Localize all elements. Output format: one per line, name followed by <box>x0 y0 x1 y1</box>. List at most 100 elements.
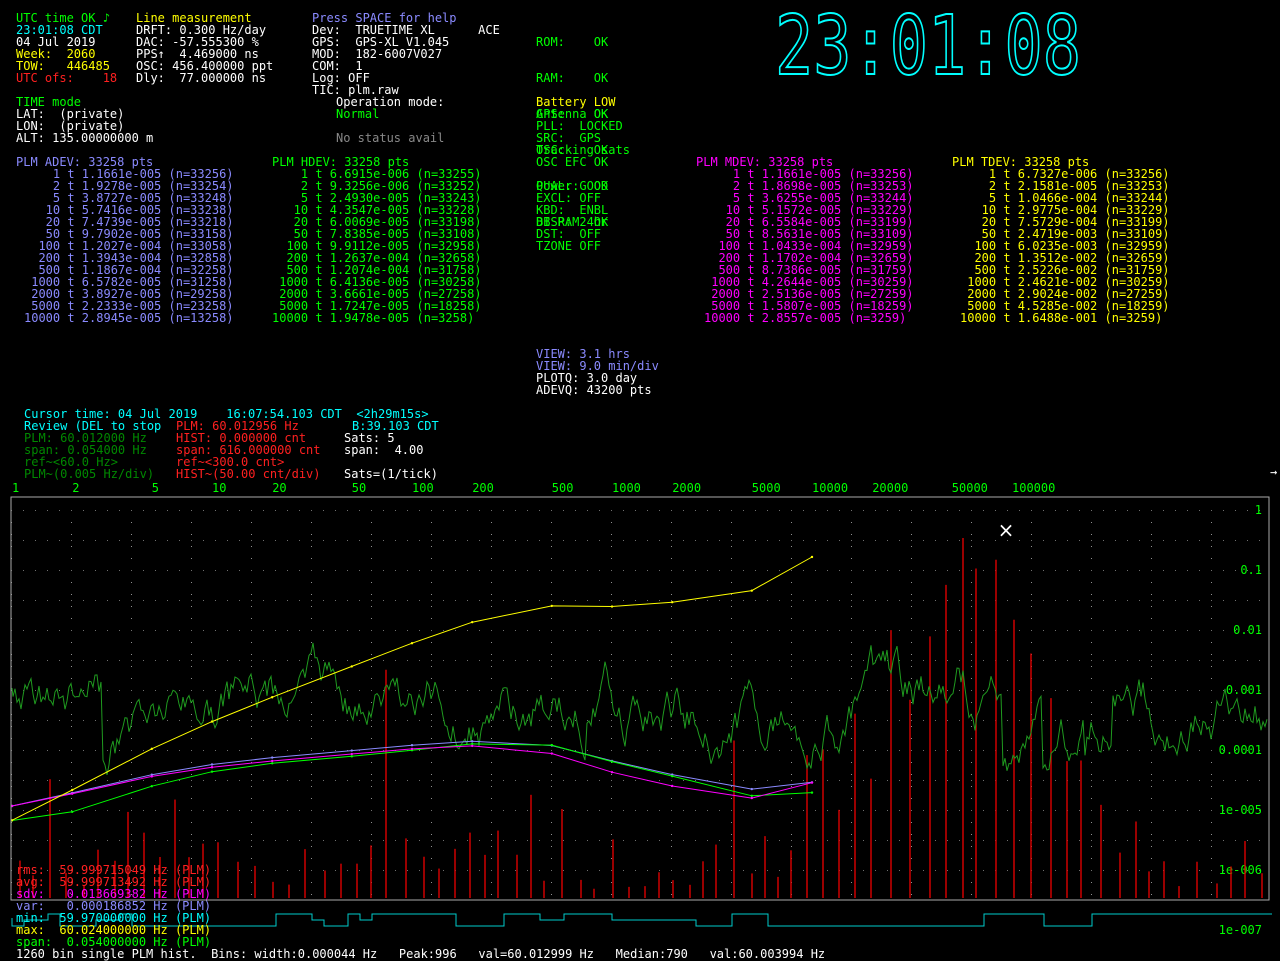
grid-dot <box>419 600 420 601</box>
grid-dot <box>71 660 72 661</box>
grid-dot <box>539 690 540 691</box>
grid-dot <box>815 780 816 781</box>
grid-dot <box>563 840 564 841</box>
grid-dot <box>107 690 108 691</box>
grid-dot <box>287 870 288 871</box>
cursor-marker-icon[interactable]: × <box>998 518 1015 542</box>
hdev-point <box>350 755 353 758</box>
grid-dot <box>251 870 252 871</box>
grid-dot <box>479 630 480 631</box>
grid-dot <box>1091 762 1092 763</box>
grid-dot <box>119 720 120 721</box>
grid-dot <box>1091 570 1092 571</box>
grid-dot <box>323 780 324 781</box>
grid-dot <box>191 600 192 601</box>
grid-dot <box>215 600 216 601</box>
grid-dot <box>1151 786 1152 787</box>
grid-dot <box>551 600 552 601</box>
grid-dot <box>1247 600 1248 601</box>
grid-dot <box>131 822 132 823</box>
grid-dot <box>635 510 636 511</box>
hdev-point <box>71 810 74 814</box>
grid-dot <box>251 666 252 667</box>
grid-dot <box>1079 870 1080 871</box>
grid-dot <box>971 882 972 883</box>
grid-dot <box>1091 738 1092 739</box>
grid-dot <box>395 870 396 871</box>
grid-dot <box>587 600 588 601</box>
grid-dot <box>851 774 852 775</box>
grid-dot <box>1031 510 1032 511</box>
grid-dot <box>479 660 480 661</box>
grid-dot <box>635 780 636 781</box>
grid-dot <box>1079 840 1080 841</box>
grid-dot <box>1067 630 1068 631</box>
grid-dot <box>791 654 792 655</box>
grid-dot <box>311 690 312 691</box>
grid-dot <box>263 510 264 511</box>
grid-dot <box>83 660 84 661</box>
grid-dot <box>167 810 168 811</box>
grid-dot <box>479 840 480 841</box>
grid-dot <box>143 510 144 511</box>
grid-dot <box>35 810 36 811</box>
grid-dot <box>611 714 612 715</box>
grid-dot <box>1151 510 1152 511</box>
grid-dot <box>851 642 852 643</box>
grid-dot <box>1091 618 1092 619</box>
grid-dot <box>935 750 936 751</box>
grid-dot <box>71 594 72 595</box>
grid-dot <box>1019 600 1020 601</box>
grid-dot <box>743 810 744 811</box>
grid-dot <box>335 510 336 511</box>
grid-dot <box>263 690 264 691</box>
mdev-point <box>350 752 353 756</box>
grid-dot <box>251 840 252 841</box>
grid-dot <box>407 690 408 691</box>
grid-dot <box>71 510 72 511</box>
grid-dot <box>227 540 228 541</box>
dev-tick-label: 0.001 <box>1226 683 1262 697</box>
grid-dot <box>443 840 444 841</box>
grid-dot <box>143 810 144 811</box>
grid-dot <box>587 870 588 871</box>
grid-dot <box>299 840 300 841</box>
grid-dot <box>1211 870 1212 871</box>
grid-dot <box>431 846 432 847</box>
grid-dot <box>287 510 288 511</box>
grid-dot <box>1115 630 1116 631</box>
grid-dot <box>611 810 612 811</box>
tau-tick-label: 10000 <box>812 481 848 495</box>
grid-dot <box>1127 810 1128 811</box>
grid-dot <box>1127 690 1128 691</box>
grid-dot <box>803 570 804 571</box>
grid-dot <box>251 534 252 535</box>
grid-dot <box>947 540 948 541</box>
grid-dot <box>143 660 144 661</box>
grid-dot <box>851 702 852 703</box>
mdev-point <box>210 766 214 769</box>
scroll-right-arrow-icon[interactable]: → <box>1270 466 1277 478</box>
grid-dot <box>863 600 864 601</box>
grid-dot <box>827 690 828 691</box>
grid-dot <box>1127 870 1128 871</box>
grid-dot <box>371 720 372 721</box>
grid-dot <box>1091 558 1092 559</box>
grid-dot <box>1151 738 1152 739</box>
grid-dot <box>611 594 612 595</box>
grid-dot <box>431 642 432 643</box>
grid-dot <box>887 570 888 571</box>
grid-dot <box>311 654 312 655</box>
grid-dot <box>1151 882 1152 883</box>
grid-dot <box>635 660 636 661</box>
grid-dot <box>959 780 960 781</box>
grid-dot <box>227 750 228 751</box>
osc-efc-status: OSC EFC OK <box>536 155 609 169</box>
grid-dot <box>719 810 720 811</box>
grid-dot <box>875 600 876 601</box>
grid-dot <box>731 870 732 871</box>
grid-dot <box>563 870 564 871</box>
grid-dot <box>191 654 192 655</box>
grid-dot <box>791 690 792 691</box>
tdev-point <box>610 605 614 608</box>
